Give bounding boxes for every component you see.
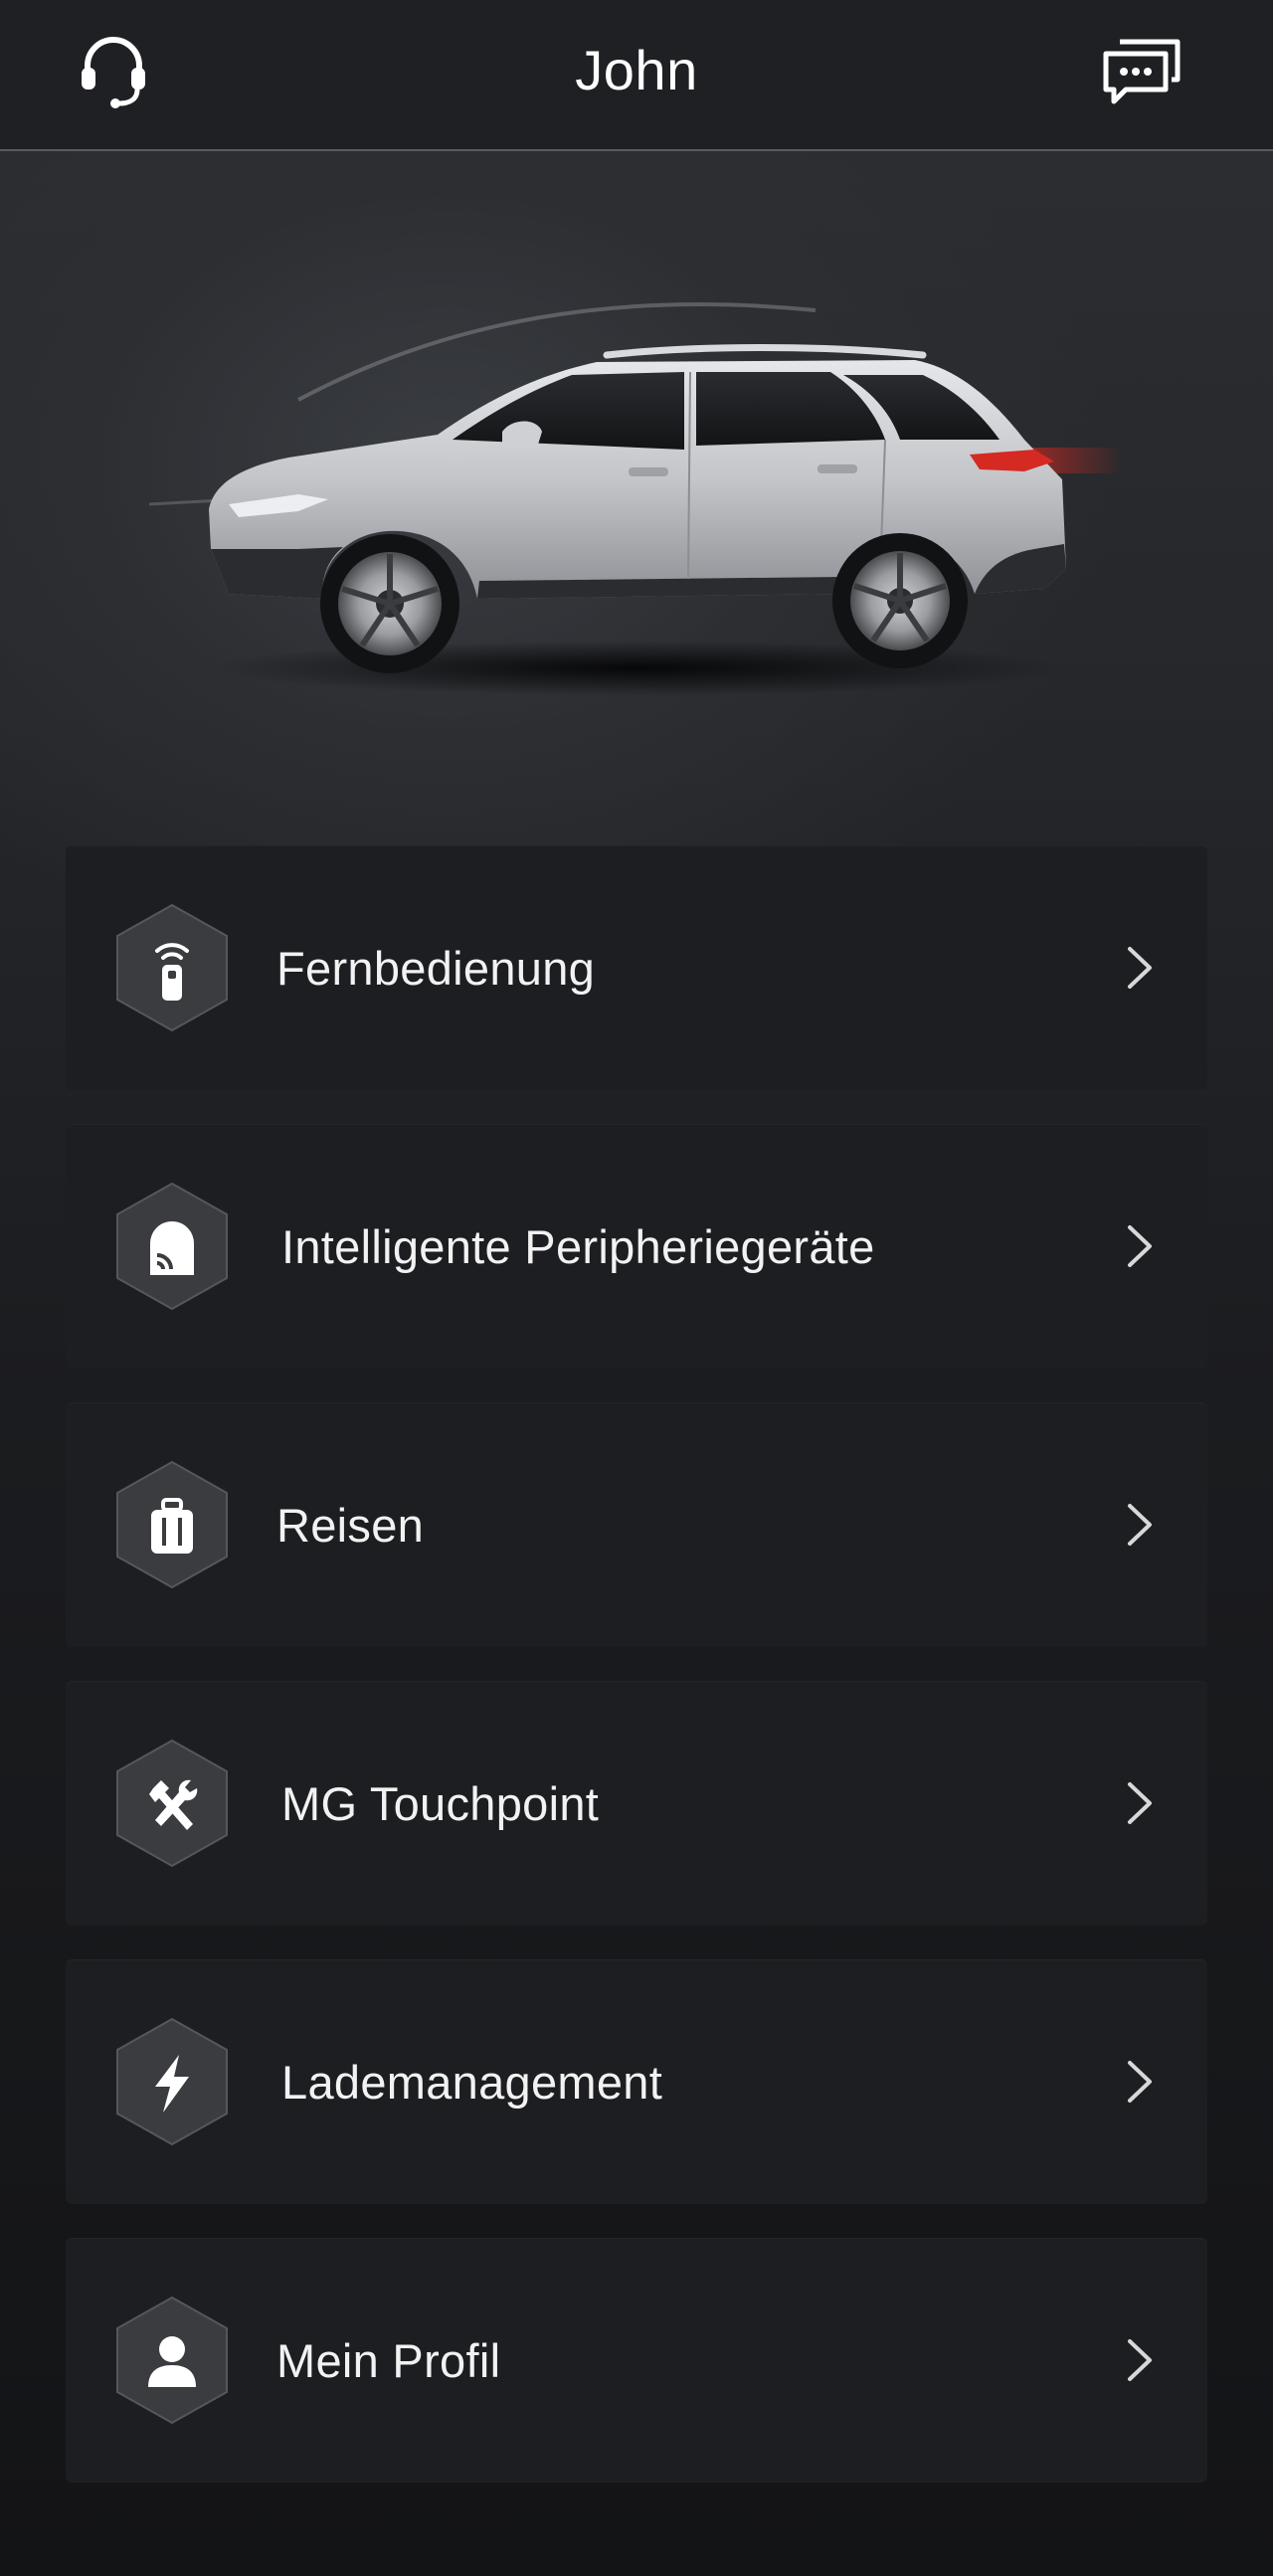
menu-item-label: MG Touchpoint bbox=[281, 1776, 600, 1830]
menu-item-intelligente-peripheriegeraete[interactable]: Intelligente Peripheriegeräte bbox=[66, 1124, 1207, 1369]
top-bar: John bbox=[0, 0, 1273, 151]
menu-item-label: Mein Profil bbox=[276, 2333, 501, 2387]
chevron-right-icon bbox=[1128, 1782, 1152, 1824]
profile-icon bbox=[116, 2296, 228, 2425]
car-image bbox=[148, 302, 1124, 696]
menu-item-lademanagement[interactable]: Lademanagement bbox=[66, 1959, 1207, 2204]
lightning-icon bbox=[116, 2017, 228, 2146]
menu-item-fernbedienung[interactable]: Fernbedienung bbox=[66, 845, 1207, 1090]
app-screen: John Fernbedienung Intelligente Peripher… bbox=[0, 0, 1273, 2576]
menu-item-label: Fernbedienung bbox=[276, 941, 596, 995]
menu-item-mg-touchpoint[interactable]: MG Touchpoint bbox=[66, 1681, 1207, 1926]
menu-item-mein-profil[interactable]: Mein Profil bbox=[66, 2238, 1207, 2483]
messages-icon[interactable] bbox=[1094, 22, 1189, 117]
tools-icon bbox=[116, 1739, 228, 1868]
menu-item-label: Intelligente Peripheriegeräte bbox=[281, 1219, 875, 1273]
feature-menu: Fernbedienung Intelligente Peripherieger… bbox=[66, 845, 1207, 2516]
chevron-right-icon bbox=[1128, 1504, 1152, 1546]
menu-item-reisen[interactable]: Reisen bbox=[66, 1402, 1207, 1647]
remote-key-icon bbox=[116, 903, 228, 1032]
chevron-right-icon bbox=[1128, 2339, 1152, 2381]
car-hero bbox=[0, 151, 1273, 847]
suitcase-icon bbox=[116, 1460, 228, 1589]
page-title: John bbox=[575, 39, 698, 101]
menu-item-label: Lademanagement bbox=[281, 2055, 663, 2109]
smart-device-icon bbox=[116, 1182, 228, 1311]
chevron-right-icon bbox=[1128, 2061, 1152, 2103]
chevron-right-icon bbox=[1128, 947, 1152, 989]
chevron-right-icon bbox=[1128, 1225, 1152, 1267]
menu-item-label: Reisen bbox=[276, 1498, 425, 1552]
